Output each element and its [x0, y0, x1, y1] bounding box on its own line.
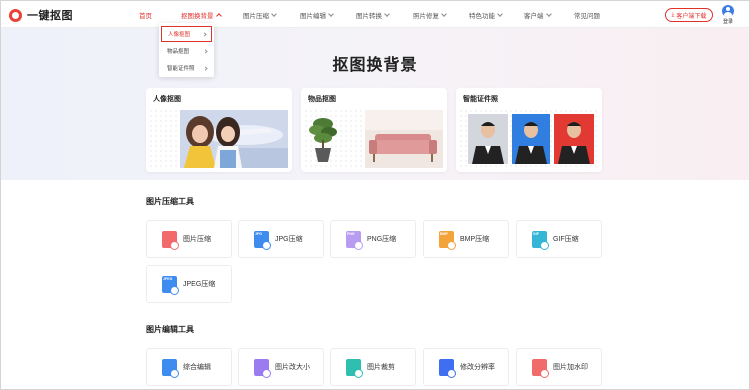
chevron-right-icon	[202, 31, 207, 37]
nav-item-cutout[interactable]: 抠图换背景	[181, 10, 243, 20]
logo[interactable]: 一键抠图	[9, 7, 73, 23]
jpg-file-icon: JPG	[254, 230, 271, 250]
tool-gif-compress[interactable]: GIF GIF压缩	[516, 220, 602, 258]
client-download-button[interactable]: ⤓ 客户端下载	[665, 8, 713, 22]
tool-general-edit[interactable]: 综合编辑	[146, 348, 232, 386]
nav-item-convert[interactable]: 图片转换	[356, 10, 413, 20]
dropdown-item-id-photo[interactable]: 智能证件照	[161, 60, 212, 76]
resolution-icon	[439, 358, 456, 378]
compress-section-title: 图片压缩工具	[146, 197, 194, 206]
nav-item-home[interactable]: 首页	[139, 10, 181, 20]
hero-title: 抠图换背景	[332, 57, 418, 74]
page: 一键抠图 首页 抠图换背景 图片压缩 图片编辑 图片转换 照片修复 特色功能 客…	[0, 0, 750, 390]
chevron-down-icon	[441, 10, 447, 17]
portrait-cutout-card[interactable]: 人像抠图	[146, 88, 292, 172]
chevron-up-icon	[215, 12, 222, 19]
resize-icon	[254, 358, 271, 378]
tool-jpg-compress[interactable]: JPG JPG压缩	[238, 220, 324, 258]
edit-icon	[162, 358, 179, 378]
crop-icon	[346, 358, 363, 378]
nav-item-edit[interactable]: 图片编辑	[300, 10, 356, 20]
tool-png-compress[interactable]: PNG PNG压缩	[330, 220, 416, 258]
chevron-down-icon	[497, 10, 503, 17]
image-compress-icon	[162, 230, 179, 250]
nav-item-features[interactable]: 特色功能	[469, 10, 524, 20]
png-file-icon: PNG	[346, 230, 363, 250]
download-icon: ⤓	[671, 11, 675, 18]
object-image	[305, 110, 443, 168]
tool-image-compress[interactable]: 图片压缩	[146, 220, 232, 258]
hero-section: 抠图换背景 人像抠图 物品抠图 智能证件照	[1, 28, 749, 180]
logo-icon	[9, 8, 22, 22]
cutout-dropdown-menu: 人像抠图 物品抠图 智能证件照	[159, 23, 214, 77]
id-photo-image	[460, 110, 598, 168]
portrait-image	[150, 110, 288, 168]
bmp-file-icon: BMP	[439, 230, 456, 250]
nav-item-repair[interactable]: 照片修复	[413, 10, 469, 20]
tool-watermark[interactable]: 图片加水印	[516, 348, 602, 386]
object-cutout-card[interactable]: 物品抠图	[301, 88, 447, 172]
jpeg-file-icon: JPEG	[162, 275, 179, 295]
tool-resize[interactable]: 图片改大小	[238, 348, 324, 386]
nav-item-client[interactable]: 客户端	[524, 10, 574, 20]
watermark-icon	[532, 358, 549, 378]
id-photo-card[interactable]: 智能证件照	[456, 88, 602, 172]
logo-text: 一键抠图	[27, 10, 73, 22]
avatar-icon	[722, 5, 734, 17]
chevron-down-icon	[328, 10, 334, 17]
login-button[interactable]: 登录	[722, 5, 734, 25]
chevron-down-icon	[271, 10, 277, 17]
gif-file-icon: GIF	[532, 230, 549, 250]
chevron-right-icon	[203, 65, 208, 71]
top-header: 一键抠图 首页 抠图换背景 图片压缩 图片编辑 图片转换 照片修复 特色功能 客…	[1, 1, 749, 28]
chevron-down-icon	[384, 10, 390, 17]
nav-item-compress[interactable]: 图片压缩	[243, 10, 300, 20]
chevron-right-icon	[203, 48, 208, 54]
tool-bmp-compress[interactable]: BMP BMP压缩	[423, 220, 509, 258]
tool-jpeg-compress[interactable]: JPEG JPEG压缩	[146, 265, 232, 303]
chevron-down-icon	[545, 10, 552, 17]
tool-crop[interactable]: 图片裁剪	[330, 348, 416, 386]
dropdown-item-object[interactable]: 物品抠图	[161, 43, 212, 59]
nav-item-faq[interactable]: 常见问题	[574, 10, 614, 20]
dropdown-item-portrait[interactable]: 人像抠图	[161, 26, 212, 42]
edit-section-title: 图片编辑工具	[146, 325, 194, 334]
tool-resolution[interactable]: 修改分辨率	[423, 348, 509, 386]
